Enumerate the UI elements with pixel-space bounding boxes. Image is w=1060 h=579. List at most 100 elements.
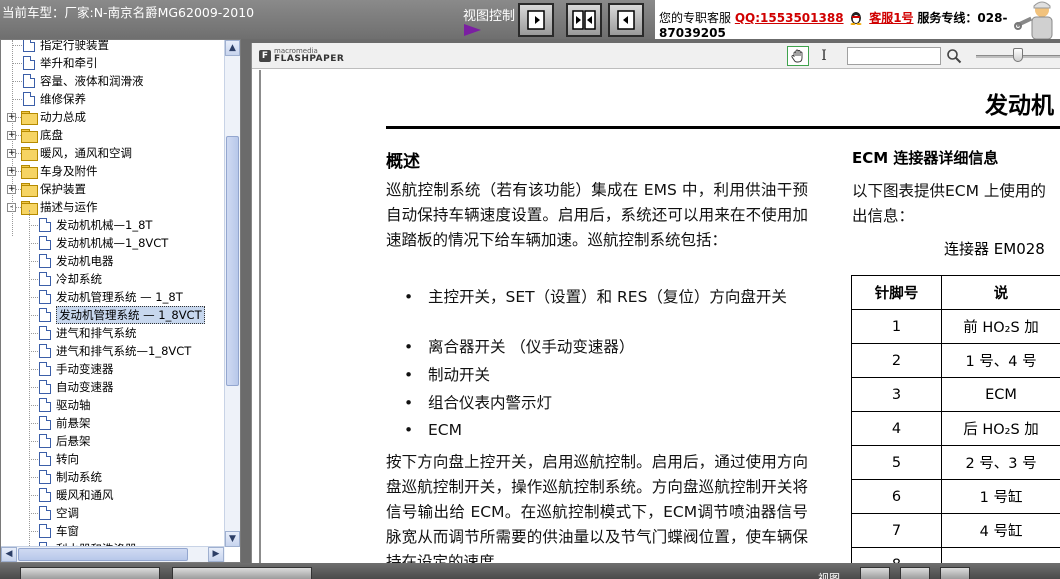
scroll-thumb[interactable]: [226, 136, 239, 386]
tree-connector: [29, 495, 38, 496]
service-agent-link[interactable]: 客服1号: [869, 11, 913, 25]
tree-view[interactable]: 指定行驶装置 举升和牵引 容量、液体和润滑液 维修保养 动力总成 + 底盘 + 暖风，通风和空调…: [1, 40, 225, 547]
zoom-slider-thumb[interactable]: [1013, 48, 1023, 62]
tree-item-label: 驱动轴: [56, 398, 91, 412]
tree-item[interactable]: 进气和排气系统—1_8VCT: [39, 342, 191, 360]
tree-connector: [29, 243, 38, 244]
tree-item[interactable]: 车窗: [39, 522, 79, 540]
pin-number-cell: 4: [850, 411, 943, 446]
tree-connector: [29, 225, 38, 226]
tree-connector: [29, 531, 38, 532]
tree-item-label: 容量、液体和润滑液: [40, 74, 144, 88]
description-header: 说: [941, 275, 1060, 310]
tree-item[interactable]: 发动机机械—1_8T: [39, 216, 152, 234]
page-edge: [259, 70, 261, 563]
tree-item[interactable]: 描述与运作: [21, 198, 98, 216]
tree-item-label: 制动系统: [56, 470, 102, 484]
tree-item[interactable]: 发动机管理系统 — 1_8T: [39, 288, 183, 306]
document-icon: [39, 434, 51, 448]
tree-item[interactable]: 空调: [39, 504, 79, 522]
pin-description-cell: ECM: [941, 377, 1060, 412]
top-bar: 当前车型：厂家:N-南京名爵MG62009-2010 视图控制 您的专职客服 Q…: [0, 0, 1060, 40]
tree-item[interactable]: 发动机机械—1_8VCT: [39, 234, 168, 252]
tree-item[interactable]: 驱动轴: [39, 396, 91, 414]
bottom-view-button-2[interactable]: [900, 567, 930, 579]
tree-connector: [29, 513, 38, 514]
tree-item[interactable]: 手动变速器: [39, 360, 114, 378]
tree-item[interactable]: 前悬架: [39, 414, 91, 432]
bottom-tab-2[interactable]: [172, 567, 312, 579]
flashpaper-viewer: F macromedia FLASHPAPER I 发动机 概述 巡航控制系统（…: [251, 43, 1060, 563]
document-icon: [39, 398, 51, 412]
hand-tool-button[interactable]: [787, 46, 809, 66]
overview-paragraph: 巡航控制系统（若有该功能）集成在 EMS 中，利用供油干预自动保持车辆速度设置。…: [386, 181, 808, 249]
tree-item[interactable]: 发动机管理系统 — 1_8VCT: [39, 306, 205, 324]
table-row: 1前 HO₂S 加: [850, 309, 1060, 344]
tree-item[interactable]: 底盘: [21, 126, 63, 144]
tree-connector: [16, 153, 21, 154]
tree-item[interactable]: 动力总成: [21, 108, 86, 126]
find-input[interactable]: [847, 47, 941, 65]
tree-connector: [29, 423, 38, 424]
pin-table: 针脚号 说 1前 HO₂S 加21 号、4 号 3 ECM 4 后 HO₂S 加52 号…: [850, 275, 1060, 563]
tree-vertical-scrollbar[interactable]: ▲ ▼: [224, 40, 240, 547]
document-icon: [23, 56, 35, 70]
tree-item[interactable]: 车身及附件: [21, 162, 98, 180]
qq-link[interactable]: QQ:1553501388: [735, 11, 844, 25]
scroll-left-button[interactable]: ◀: [1, 547, 17, 562]
tree-connector: [29, 387, 38, 388]
bottom-view-button-3[interactable]: [940, 567, 970, 579]
search-icon[interactable]: [946, 48, 962, 64]
tree-item[interactable]: 自动变速器: [39, 378, 114, 396]
tree-item[interactable]: 指定行驶装置: [23, 40, 109, 54]
ecm-intro-line1: 以下图表提供ECM 上使用的: [852, 182, 1046, 200]
bottom-tab-1[interactable]: [20, 567, 160, 579]
bottom-view-button-1[interactable]: [860, 567, 890, 579]
tree-item[interactable]: 冷却系统: [39, 270, 102, 288]
tree-item[interactable]: 暖风，通风和空调: [21, 144, 132, 162]
tree-item[interactable]: 暖风和通风: [39, 486, 114, 504]
viewer-toolbar: F macromedia FLASHPAPER I: [252, 43, 1060, 69]
tree-item[interactable]: 进气和排气系统: [39, 324, 137, 342]
brand-line-2: FLASHPAPER: [274, 54, 345, 64]
scroll-right-button[interactable]: ▶: [208, 547, 224, 562]
document-icon: [23, 74, 35, 88]
play-arrow-icon: [464, 24, 481, 36]
h-scroll-thumb[interactable]: [18, 548, 188, 561]
two-page-icon: [572, 10, 596, 30]
tree-item[interactable]: 发动机电器: [39, 252, 114, 270]
tree-connector: [29, 333, 38, 334]
qq-penguin-icon: [850, 12, 862, 25]
document-icon: [39, 236, 51, 250]
pin-description-cell: 1 号、4 号: [941, 343, 1060, 378]
tree-item[interactable]: 保护装置: [21, 180, 86, 198]
tree-item-label: 车窗: [56, 524, 79, 538]
tree-connector: [29, 261, 38, 262]
scroll-down-button[interactable]: ▼: [225, 531, 240, 547]
bottom-view-label: 视图: [818, 572, 840, 579]
tree-item-label: 发动机电器: [56, 254, 114, 268]
two-page-view-button[interactable]: [566, 3, 602, 37]
tree-item-label: 发动机管理系统 — 1_8T: [56, 290, 183, 304]
tree-item[interactable]: 转向: [39, 450, 79, 468]
single-page-view-button[interactable]: [518, 3, 554, 37]
tree-connector: [12, 45, 22, 46]
text-select-tool-icon[interactable]: I: [820, 48, 828, 64]
hotline-label: 服务专线：028-: [917, 11, 1008, 25]
document-icon: [39, 308, 51, 322]
tree-item-label: 发动机管理系统 — 1_8VCT: [56, 306, 205, 324]
tree-item[interactable]: 后悬架: [39, 432, 91, 450]
scroll-up-button[interactable]: ▲: [225, 40, 240, 56]
tree-item[interactable]: 容量、液体和润滑液: [23, 72, 144, 90]
previous-page-view-button[interactable]: [608, 3, 644, 37]
tree-item-label: 进气和排气系统—1_8VCT: [56, 344, 192, 358]
tree-item[interactable]: 维修保养: [23, 90, 86, 108]
tree-item[interactable]: 举升和牵引: [23, 54, 98, 72]
tree-horizontal-scrollbar[interactable]: ◀ ▶: [1, 546, 225, 562]
bullet-item: • ECM: [404, 421, 462, 439]
document-icon: [39, 524, 51, 538]
tree-connector: [16, 189, 21, 190]
pin-description-cell: 前 HO₂S 加: [941, 309, 1060, 344]
tree-item-label: 举升和牵引: [40, 56, 98, 70]
tree-item[interactable]: 制动系统: [39, 468, 102, 486]
